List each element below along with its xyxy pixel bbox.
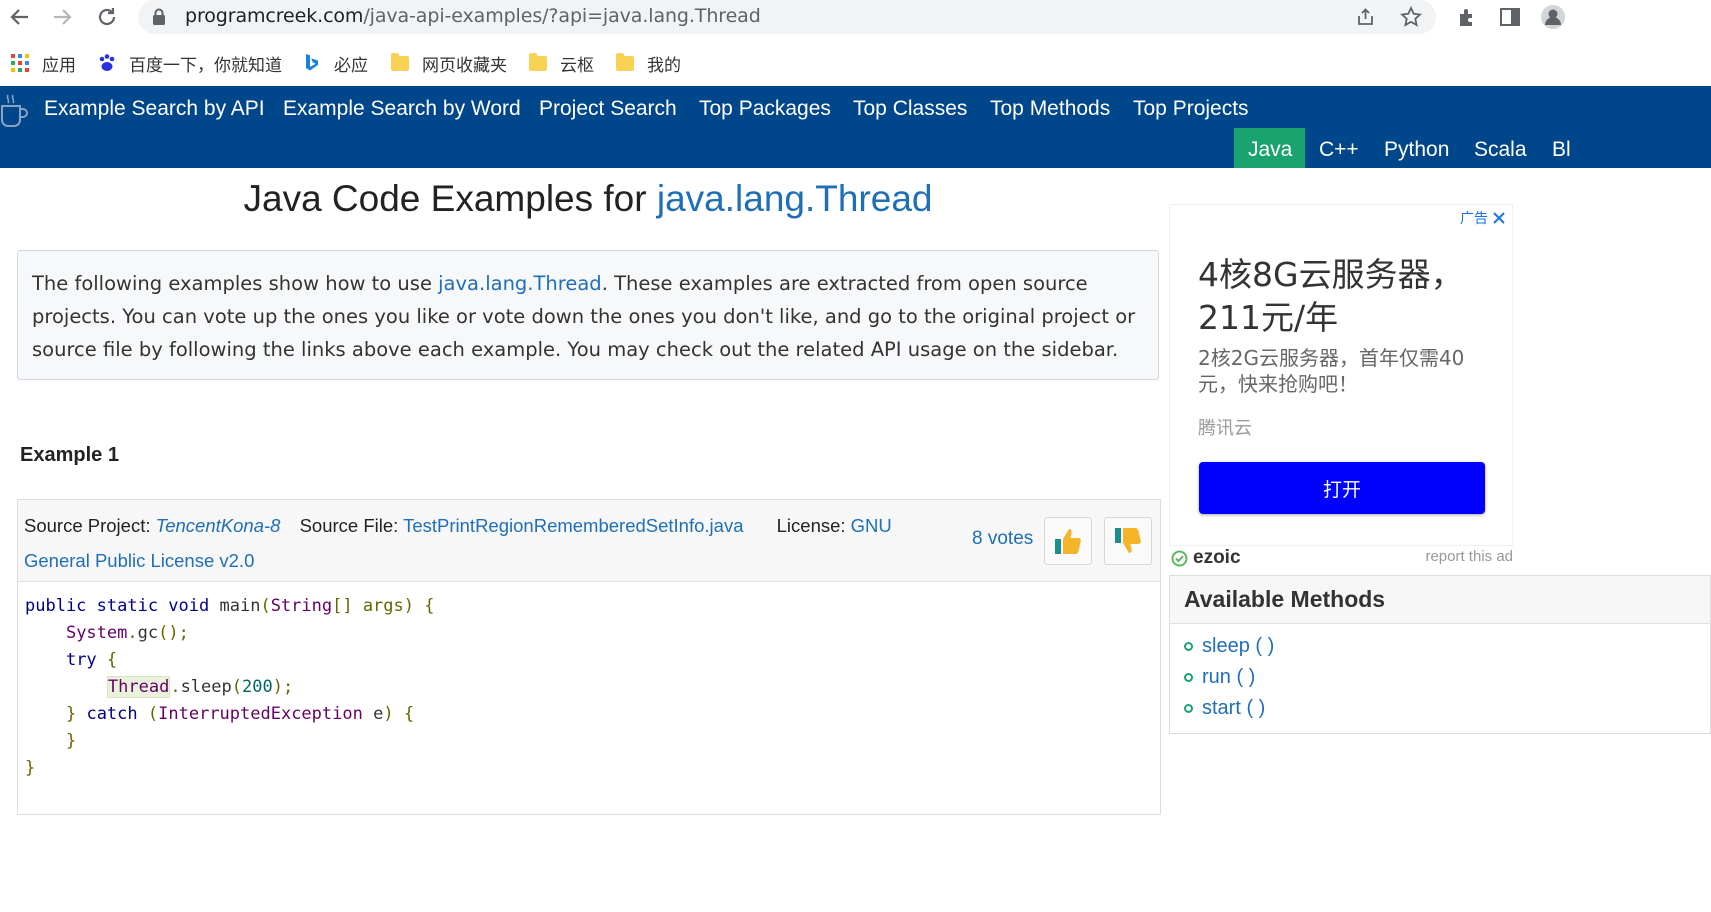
browser-toolbar: programcreek.com/java-api-examples/?api=… (0, 0, 1711, 34)
bookmark-label: 应用 (42, 55, 76, 76)
side-panel-icon[interactable] (1497, 4, 1523, 30)
bullet-icon (1184, 704, 1193, 713)
page-title-api: java.lang.Thread (656, 178, 933, 219)
tab-cpp[interactable]: C++ (1305, 128, 1373, 168)
code-snippet: public static void main(String[] args) {… (25, 596, 435, 778)
ad-headline: 4核8G云服务器，211元/年 (1198, 255, 1464, 337)
address-bar[interactable]: programcreek.com/java-api-examples/?api=… (138, 0, 1436, 34)
tab-java[interactable]: Java (1234, 128, 1305, 168)
highlighted-api-token: Thread (106, 676, 171, 698)
example-card: Source Project: TencentKona-8 Source Fil… (17, 499, 1161, 815)
reload-button[interactable] (92, 2, 122, 32)
report-ad-link[interactable]: report this ad (1425, 548, 1513, 565)
ezoic-logo: ezoic (1171, 547, 1241, 569)
ad-open-button[interactable]: 打开 (1199, 462, 1485, 514)
bookmark-label: 百度一下，你就知道 (129, 55, 282, 76)
apps-grid-icon (10, 53, 30, 73)
example-heading: Example 1 (20, 444, 119, 466)
tab-scala[interactable]: Scala (1460, 128, 1541, 168)
forward-arrow-icon (54, 9, 72, 25)
folder-icon (528, 52, 548, 73)
page-title: Java Code Examples for java.lang.Thread (243, 178, 933, 219)
ad-label: 广告 (1460, 210, 1488, 226)
method-link-sleep[interactable]: sleep ( ) (1184, 635, 1274, 658)
folder-icon (390, 52, 410, 73)
back-arrow-icon (10, 9, 28, 25)
methods-panel-title: Available Methods (1184, 586, 1386, 612)
share-icon[interactable] (1354, 5, 1378, 29)
bullet-icon (1184, 642, 1193, 651)
folder-icon (615, 52, 635, 73)
nav-example-search-by-word[interactable]: Example Search by Word (283, 97, 521, 121)
bookmark-folder-mine[interactable]: 我的 (615, 50, 681, 76)
nav-project-search[interactable]: Project Search (539, 97, 677, 121)
profile-avatar-icon[interactable] (1540, 4, 1566, 30)
site-navigation: Example Search by API Example Search by … (0, 86, 1711, 168)
vote-count: 8 votes (972, 528, 1034, 549)
intro-api-link[interactable]: java.lang.Thread (438, 272, 602, 295)
source-project-link[interactable]: TencentKona-8 (156, 515, 281, 536)
bookmark-folder-yunshu[interactable]: 云枢 (528, 50, 594, 76)
nav-top-classes[interactable]: Top Classes (853, 97, 967, 121)
nav-example-search-by-api[interactable]: Example Search by API (44, 97, 265, 121)
bing-logo-icon (302, 53, 322, 73)
baidu-paw-icon (97, 53, 117, 73)
bookmark-label: 必应 (334, 55, 368, 76)
bullet-icon (1184, 673, 1193, 682)
ad-brand: 腾讯云 (1198, 418, 1252, 439)
bookmark-label: 云枢 (560, 55, 594, 76)
nav-top-methods[interactable]: Top Methods (990, 97, 1110, 121)
ad-subline: 2核2G云服务器，首年仅需40元，快来抢购吧！ (1198, 346, 1465, 396)
thumbs-up-icon (1055, 529, 1081, 554)
bookmark-label: 我的 (647, 55, 681, 76)
tab-more-languages[interactable]: Bl (1538, 128, 1585, 168)
nav-top-packages[interactable]: Top Packages (699, 97, 831, 121)
reload-icon (98, 8, 116, 26)
bookmark-bing[interactable]: 必应 (302, 50, 368, 76)
bookmark-label: 网页收藏夹 (422, 55, 507, 76)
bookmark-star-icon[interactable] (1399, 5, 1423, 29)
bookmark-apps[interactable]: 应用 (10, 50, 76, 76)
method-link-run[interactable]: run ( ) (1184, 666, 1255, 689)
thumbs-down-icon (1115, 528, 1141, 553)
coffee-cup-logo-icon[interactable] (0, 92, 30, 130)
lock-icon (153, 8, 165, 25)
bookmarks-bar: 应用 百度一下，你就知道 必应 网页收藏夹 云枢 我的 (0, 44, 1711, 82)
forward-button[interactable] (47, 2, 77, 32)
extensions-puzzle-icon[interactable] (1454, 4, 1480, 30)
example-meta: Source Project: TencentKona-8 Source Fil… (18, 500, 1160, 582)
bookmark-folder-favorites[interactable]: 网页收藏夹 (390, 50, 507, 76)
nav-top-projects[interactable]: Top Projects (1133, 97, 1249, 121)
url-text: programcreek.com/java-api-examples/?api=… (185, 5, 761, 27)
source-file-link[interactable]: TestPrintRegionRememberedSetInfo.java (403, 515, 743, 536)
method-link-start[interactable]: start ( ) (1184, 697, 1265, 720)
ezoic-check-icon (1171, 550, 1188, 566)
vote-down-button[interactable] (1104, 517, 1152, 565)
tab-python[interactable]: Python (1370, 128, 1463, 168)
close-icon[interactable] (1492, 211, 1506, 225)
bookmark-baidu[interactable]: 百度一下，你就知道 (97, 50, 282, 76)
methods-panel-header: Available Methods (1170, 576, 1710, 624)
intro-panel: The following examples show how to use j… (17, 250, 1159, 380)
available-methods-panel: Available Methods sleep ( ) run ( ) star… (1169, 575, 1711, 734)
back-button[interactable] (5, 2, 35, 32)
example-source-info: Source Project: TencentKona-8 Source Fil… (24, 515, 892, 571)
ad-choices[interactable]: 广告 (1460, 208, 1506, 228)
ad-footer: ezoic report this ad (1171, 547, 1513, 569)
advertisement[interactable]: 广告 4核8G云服务器，211元/年 2核2G云服务器，首年仅需40元，快来抢购… (1169, 204, 1513, 546)
vote-up-button[interactable] (1044, 517, 1092, 565)
